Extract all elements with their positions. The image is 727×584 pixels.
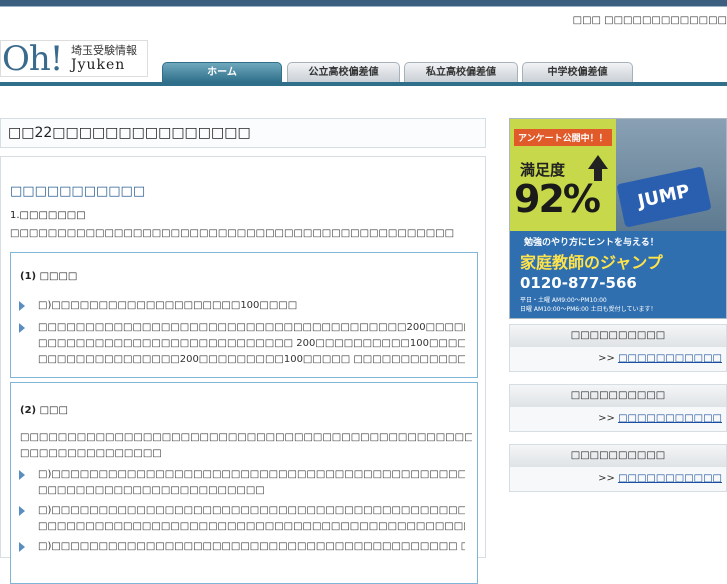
- logo-jp-text: 埼玉受験情報: [71, 44, 137, 57]
- tab-junior-high-school[interactable]: 中学校偏差値: [522, 62, 633, 82]
- bullet-arrow-icon: [19, 542, 25, 552]
- sidebar-box-1: □□□□□□□□□□ >> □□□□□□□□□□□: [509, 324, 727, 372]
- list-item: □)□□□□□□□□□□□□□□□□□□□□□□□□□□□□□□□□□□□□□□…: [19, 503, 465, 535]
- sidebar-box-3: □□□□□□□□□□ >> □□□□□□□□□□□: [509, 444, 727, 492]
- article-panel: □□□□□□□□□□□ 1.□□□□□□□ □□□□□□□□□□□□□□□□□□…: [0, 156, 486, 584]
- jump-tutor-banner[interactable]: JUMP アンケート公開中！！ 満足度 92% 勉強のやり方にヒントを与える！ …: [509, 118, 727, 319]
- banner-phone: 0120-877-566: [520, 274, 637, 292]
- page-title: □□22□□□□□□□□□□□□□□□: [8, 125, 251, 141]
- up-arrow-icon: [588, 155, 608, 169]
- info-box-1: (1) □□□□ □)□□□□□□□□□□□□□□□□□□□□100□□□□ □…: [10, 252, 478, 378]
- bullet-arrow-icon: [19, 506, 25, 516]
- box2-heading: (2) □□□: [20, 405, 68, 416]
- section-title: □□□□□□□□□□□: [10, 184, 146, 199]
- page-title-box: □□22□□□□□□□□□□□□□□□: [0, 118, 486, 148]
- sidebar-link[interactable]: □□□□□□□□□□□: [618, 353, 722, 364]
- box1-heading: (1) □□□□: [20, 271, 78, 282]
- banner-line-2: 家庭教師のジャンプ: [520, 253, 663, 272]
- sidebar-link[interactable]: □□□□□□□□□□□: [618, 413, 722, 424]
- banner-hours-1: 平日・土曜 AM9:00〜PM10:00: [520, 297, 607, 304]
- sidebar-box-title: □□□□□□□□□□: [510, 445, 726, 467]
- sidebar-box-link-row: >> □□□□□□□□□□□: [598, 413, 722, 424]
- intro-text: □□□□□□□□□□□□□□□□□□□□□□□□□□□□□□□□□□□□□□□□…: [10, 228, 455, 239]
- sub-title: 1.□□□□□□□: [10, 210, 86, 221]
- banner-line-1: 勉強のやり方にヒントを与える！: [524, 238, 659, 248]
- tab-home[interactable]: ホーム: [162, 62, 282, 82]
- list-item: □)□□□□□□□□□□□□□□□□□□□□□□□□□□□□□□□□□□□□□□…: [19, 539, 465, 555]
- sidebar-box-2: □□□□□□□□□□ >> □□□□□□□□□□□: [509, 384, 727, 432]
- sidebar-box-title: □□□□□□□□□□: [510, 325, 726, 347]
- link-prefix: >>: [598, 353, 615, 364]
- list-item: □)□□□□□□□□□□□□□□□□□□□□□□□□□□□□□□□□□□□□□□…: [19, 467, 465, 499]
- top-strip: □□□ □□□□□□□□□□□□□: [0, 7, 727, 26]
- box2-paragraph: □□□□□□□□□□□□□□□□□□□□□□□□□□□□□□□□□□□□□□□□…: [20, 432, 472, 459]
- info-box-2: (2) □□□ □□□□□□□□□□□□□□□□□□□□□□□□□□□□□□□□…: [10, 382, 478, 584]
- sidebar-box-link-row: >> □□□□□□□□□□□: [598, 473, 722, 484]
- link-prefix: >>: [598, 413, 615, 424]
- header-tagline: □□□ □□□□□□□□□□□□□: [572, 15, 727, 26]
- sidebar-box-title: □□□□□□□□□□: [510, 385, 726, 407]
- top-bar: [0, 0, 727, 7]
- bullet-arrow-icon: [19, 301, 25, 311]
- sidebar-box-link-row: >> □□□□□□□□□□□: [598, 353, 722, 364]
- banner-percent: 92%: [514, 177, 601, 221]
- banner-hours-2: 日曜 AM10:00〜PM6:00 土日も受付しています！: [520, 306, 657, 313]
- list-item: □)□□□□□□□□□□□□□□□□□□□□100□□□□: [19, 298, 465, 314]
- link-prefix: >>: [598, 473, 615, 484]
- sidebar-link[interactable]: □□□□□□□□□□□: [618, 473, 722, 484]
- tab-public-high-school[interactable]: 公立高校偏差値: [287, 62, 400, 82]
- nav-underline: [0, 82, 727, 86]
- tab-private-high-school[interactable]: 私立高校偏差値: [404, 62, 518, 82]
- list-item: □□□□□□□□□□□□□□□□□□□□□□□□□□□□□□□□□□□□□□□2…: [19, 320, 465, 368]
- bullet-arrow-icon: [19, 470, 25, 480]
- bullet-arrow-icon: [19, 323, 25, 333]
- banner-badge: アンケート公開中！！: [514, 129, 612, 146]
